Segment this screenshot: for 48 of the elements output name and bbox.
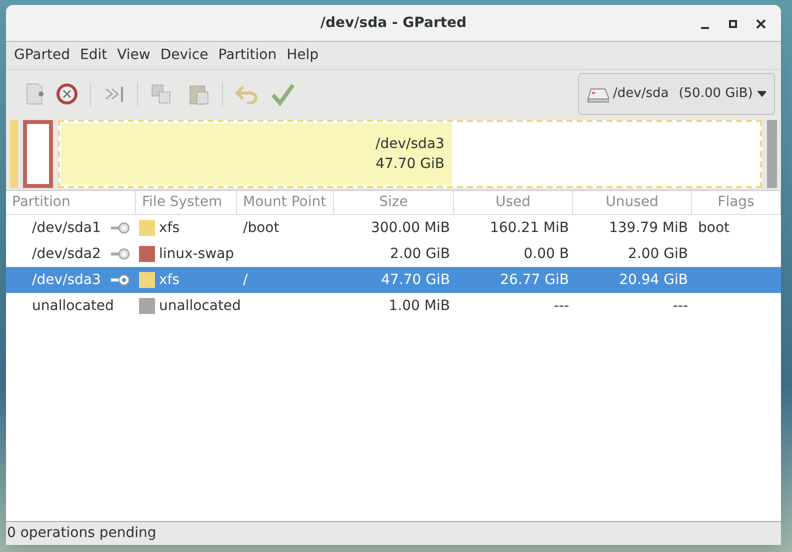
table-cell-text: 26.77 GiB: [500, 270, 569, 290]
table-cell-text: ---: [554, 296, 569, 316]
menu-item[interactable]: Help: [282, 42, 324, 68]
device-name: /dev/sda: [613, 85, 669, 104]
window-title: /dev/sda - GParted: [320, 14, 467, 32]
partition-row[interactable]: unallocated unallocated 1.00 MiB --- ---: [6, 293, 781, 319]
table-cell-text: /dev/sda3: [32, 270, 101, 290]
new-document-icon[interactable]: [24, 82, 46, 106]
table-cell-text: linux-swap: [159, 244, 234, 264]
table-cell-text: 47.70 GiB: [381, 270, 450, 290]
undo-icon[interactable]: [235, 84, 259, 104]
delete-icon[interactable]: [56, 83, 78, 105]
table-cell-text: /dev/sda2: [32, 244, 101, 264]
partition-row[interactable]: /dev/sda1 xfs /boot 300.00 MiB 160.21 MiB 139.79 MiB boot: [6, 215, 781, 241]
menu-item[interactable]: Device: [155, 42, 214, 68]
table-cell-text: /dev/sda1: [32, 218, 101, 238]
status-text: 0 operations pending: [6, 524, 156, 543]
partition-row[interactable]: /dev/sda2 linux-swap 2.00 GiB 0.00 B 2.00 GiB: [6, 241, 781, 267]
table-cell-text: /: [243, 270, 248, 290]
table-cell-text: /boot: [243, 218, 280, 238]
close-icon: [756, 19, 766, 29]
table-cell-text: 139.79 MiB: [608, 218, 688, 238]
table-cell-text: boot: [698, 218, 730, 238]
device-size: (50.00 GiB): [678, 85, 753, 104]
table-cell-text: 2.00 GiB: [628, 244, 688, 264]
caret-icon: [756, 91, 766, 97]
table-cell-text: ---: [672, 296, 688, 316]
menu-item[interactable]: Edit: [75, 42, 112, 68]
copy-icon[interactable]: [150, 83, 172, 105]
menu-item[interactable]: GParted: [9, 42, 75, 68]
partition-segment[interactable]: [23, 120, 53, 188]
table-cell-text: unallocated: [32, 296, 114, 316]
checkmark-icon[interactable]: [271, 82, 295, 106]
menu-item[interactable]: Partition: [213, 42, 282, 68]
partition-segment[interactable]: /dev/sda3 47.70 GiB: [58, 120, 762, 188]
table-cell-text: 2.00 GiB: [390, 244, 450, 264]
table-cell-text: unallocated: [159, 296, 241, 316]
device-dropdown[interactable]: /dev/sda (50.00 GiB): [578, 73, 775, 115]
menu-item[interactable]: View: [112, 42, 156, 68]
table-cell-text: xfs: [159, 270, 180, 290]
table-cell-text: 0.00 B: [524, 244, 569, 264]
table-cell-text: 20.94 GiB: [619, 270, 688, 290]
segment-label: /dev/sda3: [376, 135, 444, 154]
table-cell-text: 1.00 MiB: [388, 296, 450, 316]
table-cell-text: xfs: [159, 218, 180, 238]
table-cell-text: 160.21 MiB: [490, 218, 569, 238]
table-cell-text: 300.00 MiB: [370, 218, 450, 238]
segment-label: 47.70 GiB: [376, 155, 444, 174]
